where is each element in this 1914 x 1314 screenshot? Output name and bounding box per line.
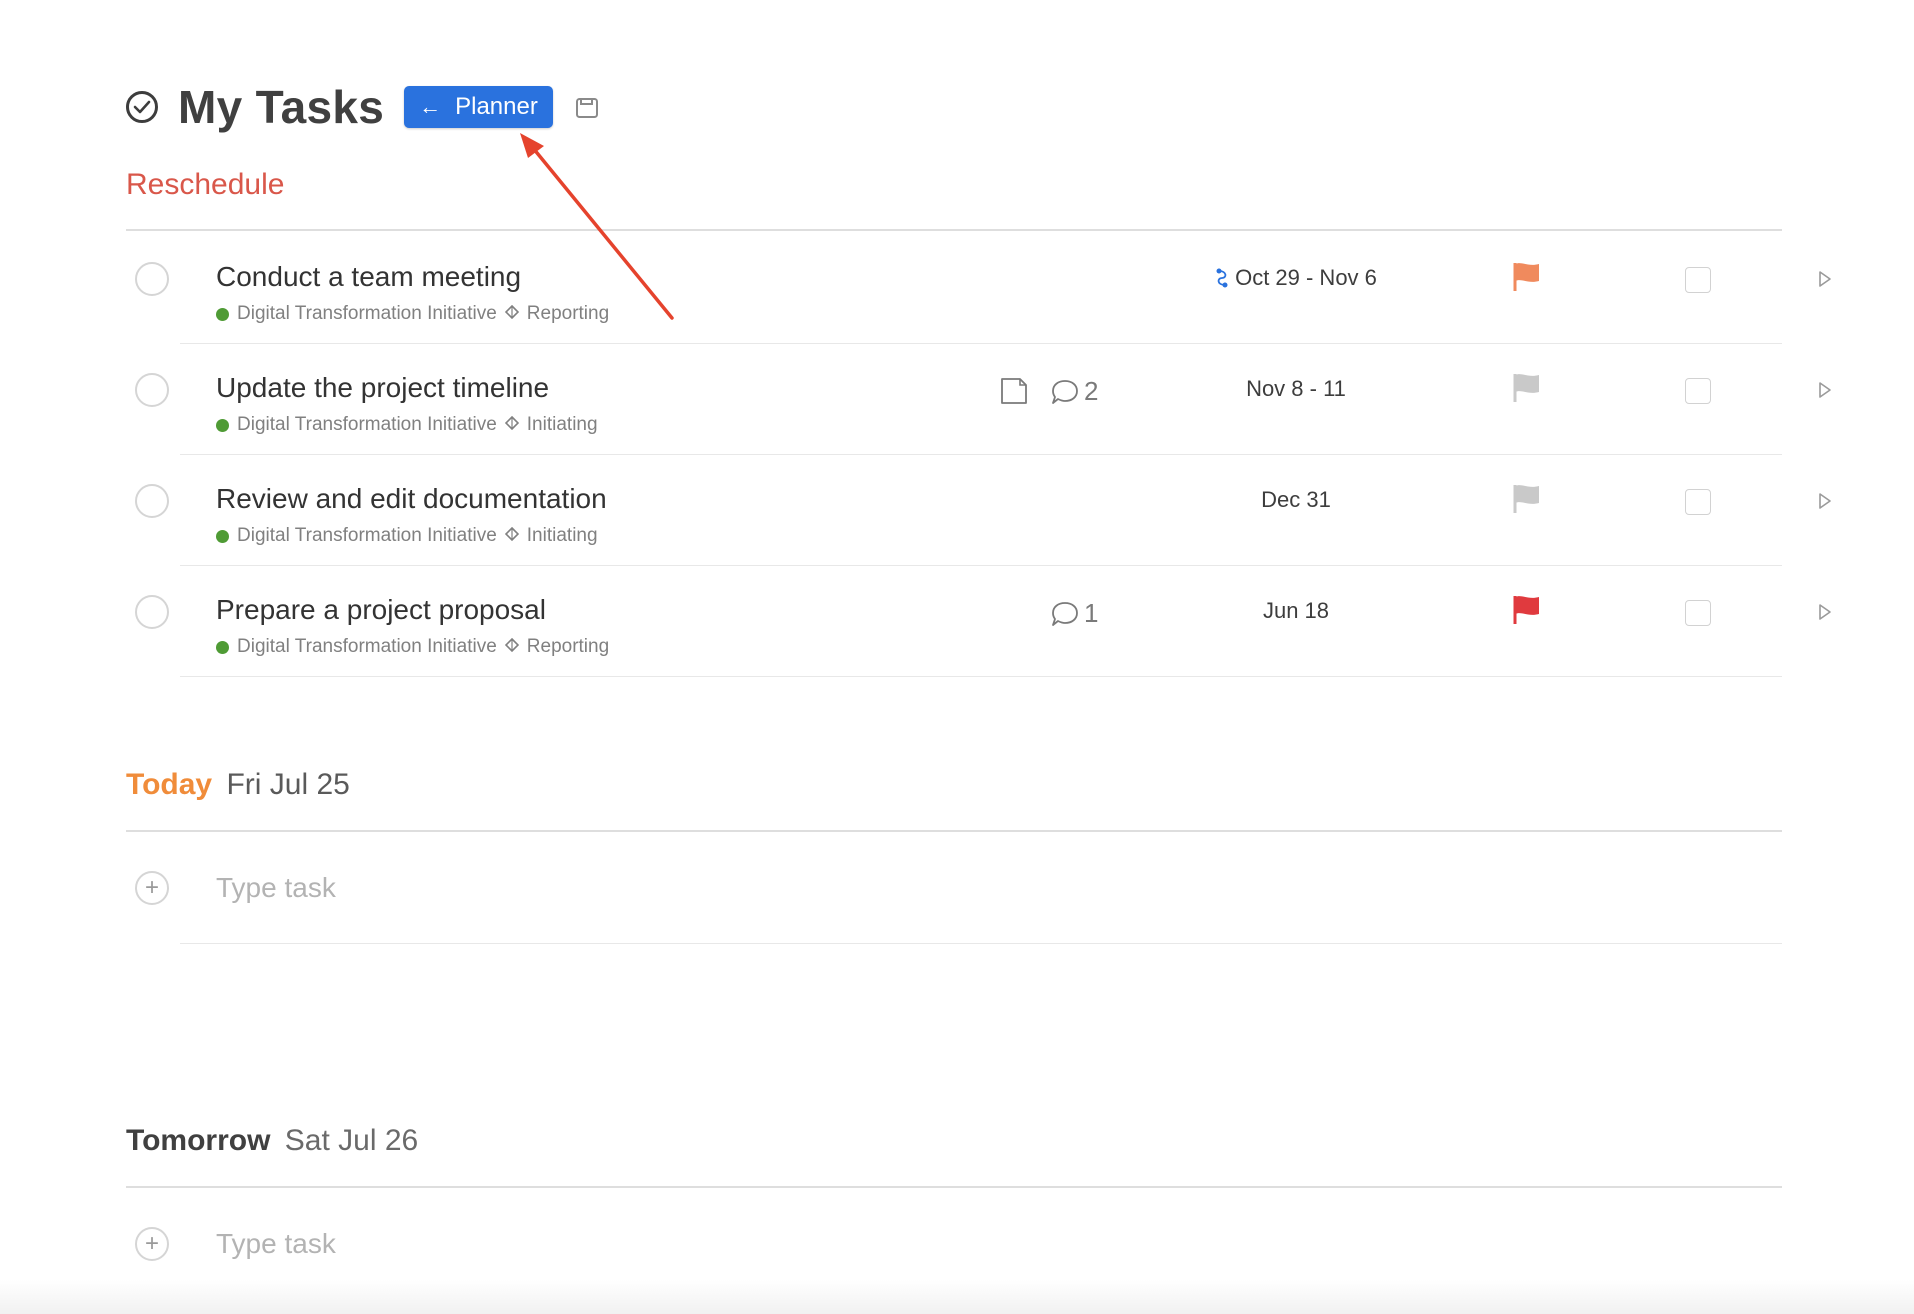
section-divider: [126, 229, 1782, 231]
task-date-label: Oct 29 - Nov 6: [1235, 265, 1377, 290]
planner-button[interactable]: ← Planner: [404, 86, 553, 128]
section-divider: [126, 1186, 1782, 1188]
task-name[interactable]: Conduct a team meeting: [216, 261, 521, 293]
phase-name[interactable]: Initiating: [527, 525, 598, 547]
task-name[interactable]: Review and edit documentation: [216, 483, 607, 515]
complete-task-checkbox[interactable]: [135, 484, 169, 518]
phase-diamond-icon: [504, 525, 519, 547]
project-dot-icon: [216, 640, 229, 654]
complete-task-checkbox[interactable]: [135, 595, 169, 629]
page-title: My Tasks: [178, 81, 385, 133]
task-date-label: Jun 18: [1262, 598, 1330, 623]
arrow-left-icon: ←: [419, 94, 442, 119]
comments-indicator[interactable]: 2: [1050, 376, 1098, 407]
reschedule-section-title: Reschedule: [126, 168, 285, 201]
complete-task-checkbox[interactable]: [135, 262, 169, 296]
project-name[interactable]: Digital Transformation Initiative: [237, 303, 497, 325]
row-divider: [180, 676, 1782, 677]
task-row[interactable]: Update the project timeline Digital Tran…: [126, 344, 1836, 455]
planner-button-label: Planner: [455, 93, 538, 120]
project-name[interactable]: Digital Transformation Initiative: [237, 414, 497, 436]
check-circle-icon: [126, 91, 158, 123]
phase-diamond-icon: [504, 636, 519, 658]
play-icon[interactable]: [1818, 603, 1832, 626]
select-checkbox[interactable]: [1685, 489, 1711, 515]
comment-count: 2: [1084, 376, 1099, 406]
phase-diamond-icon: [504, 414, 519, 436]
comment-icon: [1052, 601, 1078, 626]
priority-flag-icon[interactable]: [1512, 372, 1542, 409]
project-dot-icon: [216, 418, 229, 432]
play-icon[interactable]: [1818, 492, 1832, 515]
today-section-title: Today Fri Jul 25: [126, 768, 350, 802]
tomorrow-type-task-input[interactable]: Type task: [216, 1228, 336, 1260]
phase-name[interactable]: Reporting: [527, 636, 609, 658]
comment-icon: [1052, 379, 1078, 404]
select-checkbox[interactable]: [1685, 378, 1711, 404]
add-task-icon[interactable]: +: [135, 1227, 169, 1261]
complete-task-checkbox[interactable]: [135, 373, 169, 407]
save-icon[interactable]: [575, 97, 599, 124]
add-task-icon[interactable]: +: [135, 871, 169, 905]
note-icon[interactable]: [1000, 377, 1028, 410]
priority-flag-icon[interactable]: [1512, 261, 1542, 298]
page-header: My Tasks ← Planner: [126, 81, 599, 133]
task-date-label: Nov 8 - 11: [1246, 376, 1346, 401]
phase-name[interactable]: Reporting: [527, 303, 609, 325]
today-label: Today: [126, 768, 213, 801]
select-checkbox[interactable]: [1685, 267, 1711, 293]
row-divider: [180, 943, 1782, 944]
task-meta: Digital Transformation Initiative Initia…: [216, 525, 598, 547]
recurring-icon: [1215, 267, 1229, 289]
select-checkbox[interactable]: [1685, 600, 1711, 626]
project-name[interactable]: Digital Transformation Initiative: [237, 636, 497, 658]
section-divider: [126, 830, 1782, 832]
tomorrow-date: Sat Jul 26: [284, 1124, 419, 1157]
project-dot-icon: [216, 529, 229, 543]
project-dot-icon: [216, 307, 229, 321]
task-date[interactable]: Nov 8 - 11: [1186, 376, 1406, 402]
today-date: Fri Jul 25: [226, 768, 350, 801]
task-date[interactable]: Jun 18: [1186, 598, 1406, 624]
priority-flag-icon[interactable]: [1512, 594, 1542, 631]
task-name[interactable]: Prepare a project proposal: [216, 594, 546, 626]
tomorrow-label: Tomorrow: [126, 1124, 271, 1157]
play-icon[interactable]: [1818, 381, 1832, 404]
phase-diamond-icon: [504, 303, 519, 325]
task-date-label: Dec 31: [1261, 487, 1331, 512]
task-row[interactable]: Review and edit documentation Digital Tr…: [126, 455, 1836, 566]
task-meta: Digital Transformation Initiative Report…: [216, 636, 609, 658]
comment-count: 1: [1084, 598, 1099, 628]
task-row[interactable]: Prepare a project proposal Digital Trans…: [126, 566, 1836, 677]
today-type-task-input[interactable]: Type task: [216, 872, 336, 904]
comments-indicator[interactable]: 1: [1050, 598, 1098, 629]
project-name[interactable]: Digital Transformation Initiative: [237, 525, 497, 547]
bottom-scroll-shade: [0, 1280, 1914, 1314]
task-meta: Digital Transformation Initiative Initia…: [216, 414, 598, 436]
task-date[interactable]: Dec 31: [1186, 487, 1406, 513]
task-row[interactable]: Conduct a team meeting Digital Transform…: [126, 233, 1836, 344]
phase-name[interactable]: Initiating: [527, 414, 598, 436]
priority-flag-icon[interactable]: [1512, 483, 1542, 520]
task-meta: Digital Transformation Initiative Report…: [216, 303, 609, 325]
task-name[interactable]: Update the project timeline: [216, 372, 549, 404]
tomorrow-section-title: Tomorrow Sat Jul 26: [126, 1124, 418, 1158]
task-date[interactable]: Oct 29 - Nov 6: [1186, 265, 1406, 291]
play-icon[interactable]: [1818, 270, 1832, 293]
